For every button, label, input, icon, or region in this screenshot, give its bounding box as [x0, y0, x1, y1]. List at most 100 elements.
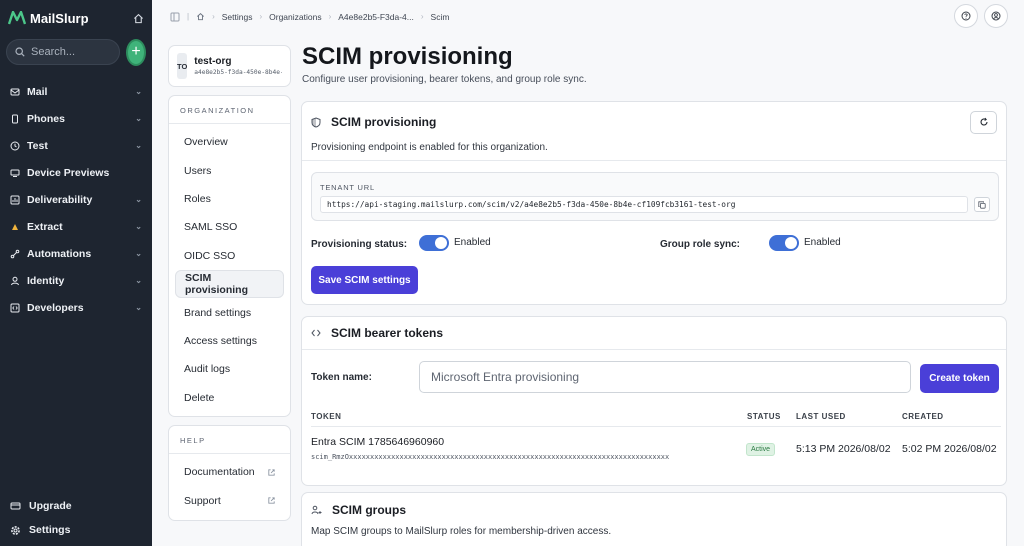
sidebar: MailSlurp + Mail ⌄ Phones ⌄ Test: [0, 0, 152, 546]
crumb-separator: |: [187, 12, 190, 21]
sidebar-item-label: Identity: [27, 274, 65, 287]
orgnav-overview[interactable]: Overview: [175, 128, 284, 156]
chevron-down-icon: ⌄: [135, 249, 142, 258]
help-documentation-link[interactable]: Documentation: [169, 458, 290, 486]
tenant-url-field[interactable]: https://api-staging.mailslurp.com/scim/v…: [320, 196, 968, 213]
refresh-button[interactable]: [970, 110, 997, 134]
home-icon[interactable]: [196, 12, 205, 21]
orgnav-saml-sso[interactable]: SAML SSO: [175, 213, 284, 241]
provisioning-status-label: Provisioning status:: [311, 239, 408, 250]
search-icon: [15, 47, 25, 57]
card-title: SCIM groups: [332, 502, 406, 517]
breadcrumb: | › Settings › Organizations › A4e8e2b5-…: [170, 12, 449, 22]
token-name-input[interactable]: [419, 361, 911, 393]
search-input[interactable]: [31, 46, 111, 58]
card-title: SCIM provisioning: [331, 115, 437, 129]
group-role-sync-label: Group role sync:: [660, 239, 741, 250]
sidebar-toggle-icon[interactable]: [170, 12, 180, 22]
token-last-used: 5:13 PM 2026/08/02: [796, 443, 891, 455]
card-description: Map SCIM groups to MailSlurp roles for m…: [311, 526, 612, 537]
tenant-url-box: TENANT URL https://api-staging.mailslurp…: [311, 172, 999, 221]
copy-tenant-url-button[interactable]: [974, 197, 990, 212]
help-button[interactable]: [954, 4, 978, 28]
chevron-down-icon: ⌄: [135, 195, 142, 204]
card-header: SCIM groups: [302, 493, 1006, 526]
group-role-sync-toggle[interactable]: [769, 235, 799, 251]
chevron-down-icon: ⌄: [135, 276, 142, 285]
breadcrumb-current: Scim: [430, 11, 450, 22]
orgnav-access-settings[interactable]: Access settings: [175, 327, 284, 355]
crumb-separator: ›: [212, 12, 215, 21]
provisioning-status-toggle[interactable]: [419, 235, 449, 251]
orgnav-scim-provisioning[interactable]: SCIM provisioning: [175, 269, 284, 299]
sidebar-item-label: Upgrade: [29, 500, 72, 512]
crumb-separator: ›: [420, 12, 424, 21]
token-name: Entra SCIM 1785646960960: [311, 436, 445, 448]
breadcrumb-organizations[interactable]: Organizations: [269, 12, 321, 22]
sidebar-item-label: Developers: [27, 301, 84, 314]
help-icon: [961, 11, 971, 21]
sidebar-item-phones[interactable]: Phones ⌄: [0, 105, 152, 132]
orgnav-roles[interactable]: Roles: [175, 185, 284, 213]
sidebar-item-extract[interactable]: Extract ⌄: [0, 213, 152, 240]
card-header: SCIM bearer tokens: [302, 317, 1006, 350]
account-button[interactable]: [984, 4, 1008, 28]
help-nav: HELP Documentation Support: [168, 425, 291, 521]
mailslurp-logo-icon: [8, 11, 26, 25]
orgnav-oidc-sso[interactable]: OIDC SSO: [175, 242, 284, 270]
sidebar-item-identity[interactable]: Identity ⌄: [0, 267, 152, 294]
gear-icon: [11, 525, 20, 535]
save-scim-settings-button[interactable]: Save SCIM settings: [311, 266, 418, 294]
sidebar-item-settings[interactable]: Settings: [0, 518, 152, 542]
phone-icon: [12, 114, 18, 123]
scim-groups-card: SCIM groups Map SCIM groups to MailSlurp…: [301, 492, 1007, 546]
add-button[interactable]: +: [126, 38, 146, 66]
search-box[interactable]: [6, 39, 120, 65]
sidebar-item-label: Automations: [27, 247, 92, 260]
divider: [302, 160, 1006, 161]
chevron-down-icon: ⌄: [135, 114, 142, 123]
column-last-used: LAST USED: [796, 412, 846, 421]
refresh-icon: [979, 117, 988, 126]
home-icon[interactable]: [133, 13, 144, 24]
orgnav-delete[interactable]: Delete: [175, 384, 284, 412]
sidebar-item-upgrade[interactable]: Upgrade: [0, 494, 152, 518]
chevron-down-icon: ⌄: [135, 87, 142, 96]
help-item-label: Support: [184, 494, 221, 507]
sidebar-item-mail[interactable]: Mail ⌄: [0, 78, 152, 105]
code-icon: [311, 329, 321, 337]
section-label-organization: ORGANIZATION: [169, 96, 290, 124]
org-switcher[interactable]: TO test-org a4e8e2b5-f3da-450e-8b4e-cf10…: [168, 45, 291, 87]
brand-logo[interactable]: MailSlurp: [8, 11, 89, 26]
automations-icon: [10, 249, 20, 258]
token-secret: scim_RmzOxxxxxxxxxxxxxxxxxxxxxxxxxxxxxxx…: [311, 453, 670, 461]
breadcrumb-org-id[interactable]: A4e8e2b5-F3da-4...: [338, 12, 414, 22]
breadcrumb-settings[interactable]: Settings: [222, 12, 253, 22]
orgnav-brand-settings[interactable]: Brand settings: [175, 298, 284, 326]
sidebar-item-test[interactable]: Test ⌄: [0, 132, 152, 159]
sidebar-item-automations[interactable]: Automations ⌄: [0, 240, 152, 267]
sidebar-item-label: Extract: [27, 220, 63, 233]
external-link-icon: [268, 497, 275, 504]
device-icon: [10, 169, 20, 177]
scim-bearer-tokens-card: SCIM bearer tokens Token name: Create to…: [301, 316, 1007, 486]
sidebar-item-label: Deliverability: [27, 193, 93, 206]
scim-provisioning-card: SCIM provisioning Provisioning endpoint …: [301, 101, 1007, 305]
create-token-button[interactable]: Create token: [920, 364, 999, 393]
sidebar-item-device-previews[interactable]: Device Previews: [0, 159, 152, 186]
help-support-link[interactable]: Support: [169, 486, 290, 514]
sidebar-item-deliverability[interactable]: Deliverability ⌄: [0, 186, 152, 213]
crumb-separator: ›: [328, 12, 332, 21]
orgnav-audit-logs[interactable]: Audit logs: [175, 355, 284, 383]
external-link-icon: [268, 469, 275, 476]
plus-icon: +: [131, 43, 141, 60]
section-label-help: HELP: [169, 426, 290, 454]
org-settings-nav: ORGANIZATION Overview Users Roles SAML S…: [168, 95, 291, 417]
chevron-down-icon: ⌄: [135, 141, 142, 150]
sidebar-item-label: Mail: [27, 85, 48, 98]
sidebar-item-developers[interactable]: Developers ⌄: [0, 294, 152, 321]
deliverability-icon: [10, 195, 20, 204]
group-role-sync-value: Enabled: [804, 237, 841, 248]
token-create-row: Token name: Create token: [311, 361, 1001, 394]
orgnav-users[interactable]: Users: [175, 156, 284, 184]
